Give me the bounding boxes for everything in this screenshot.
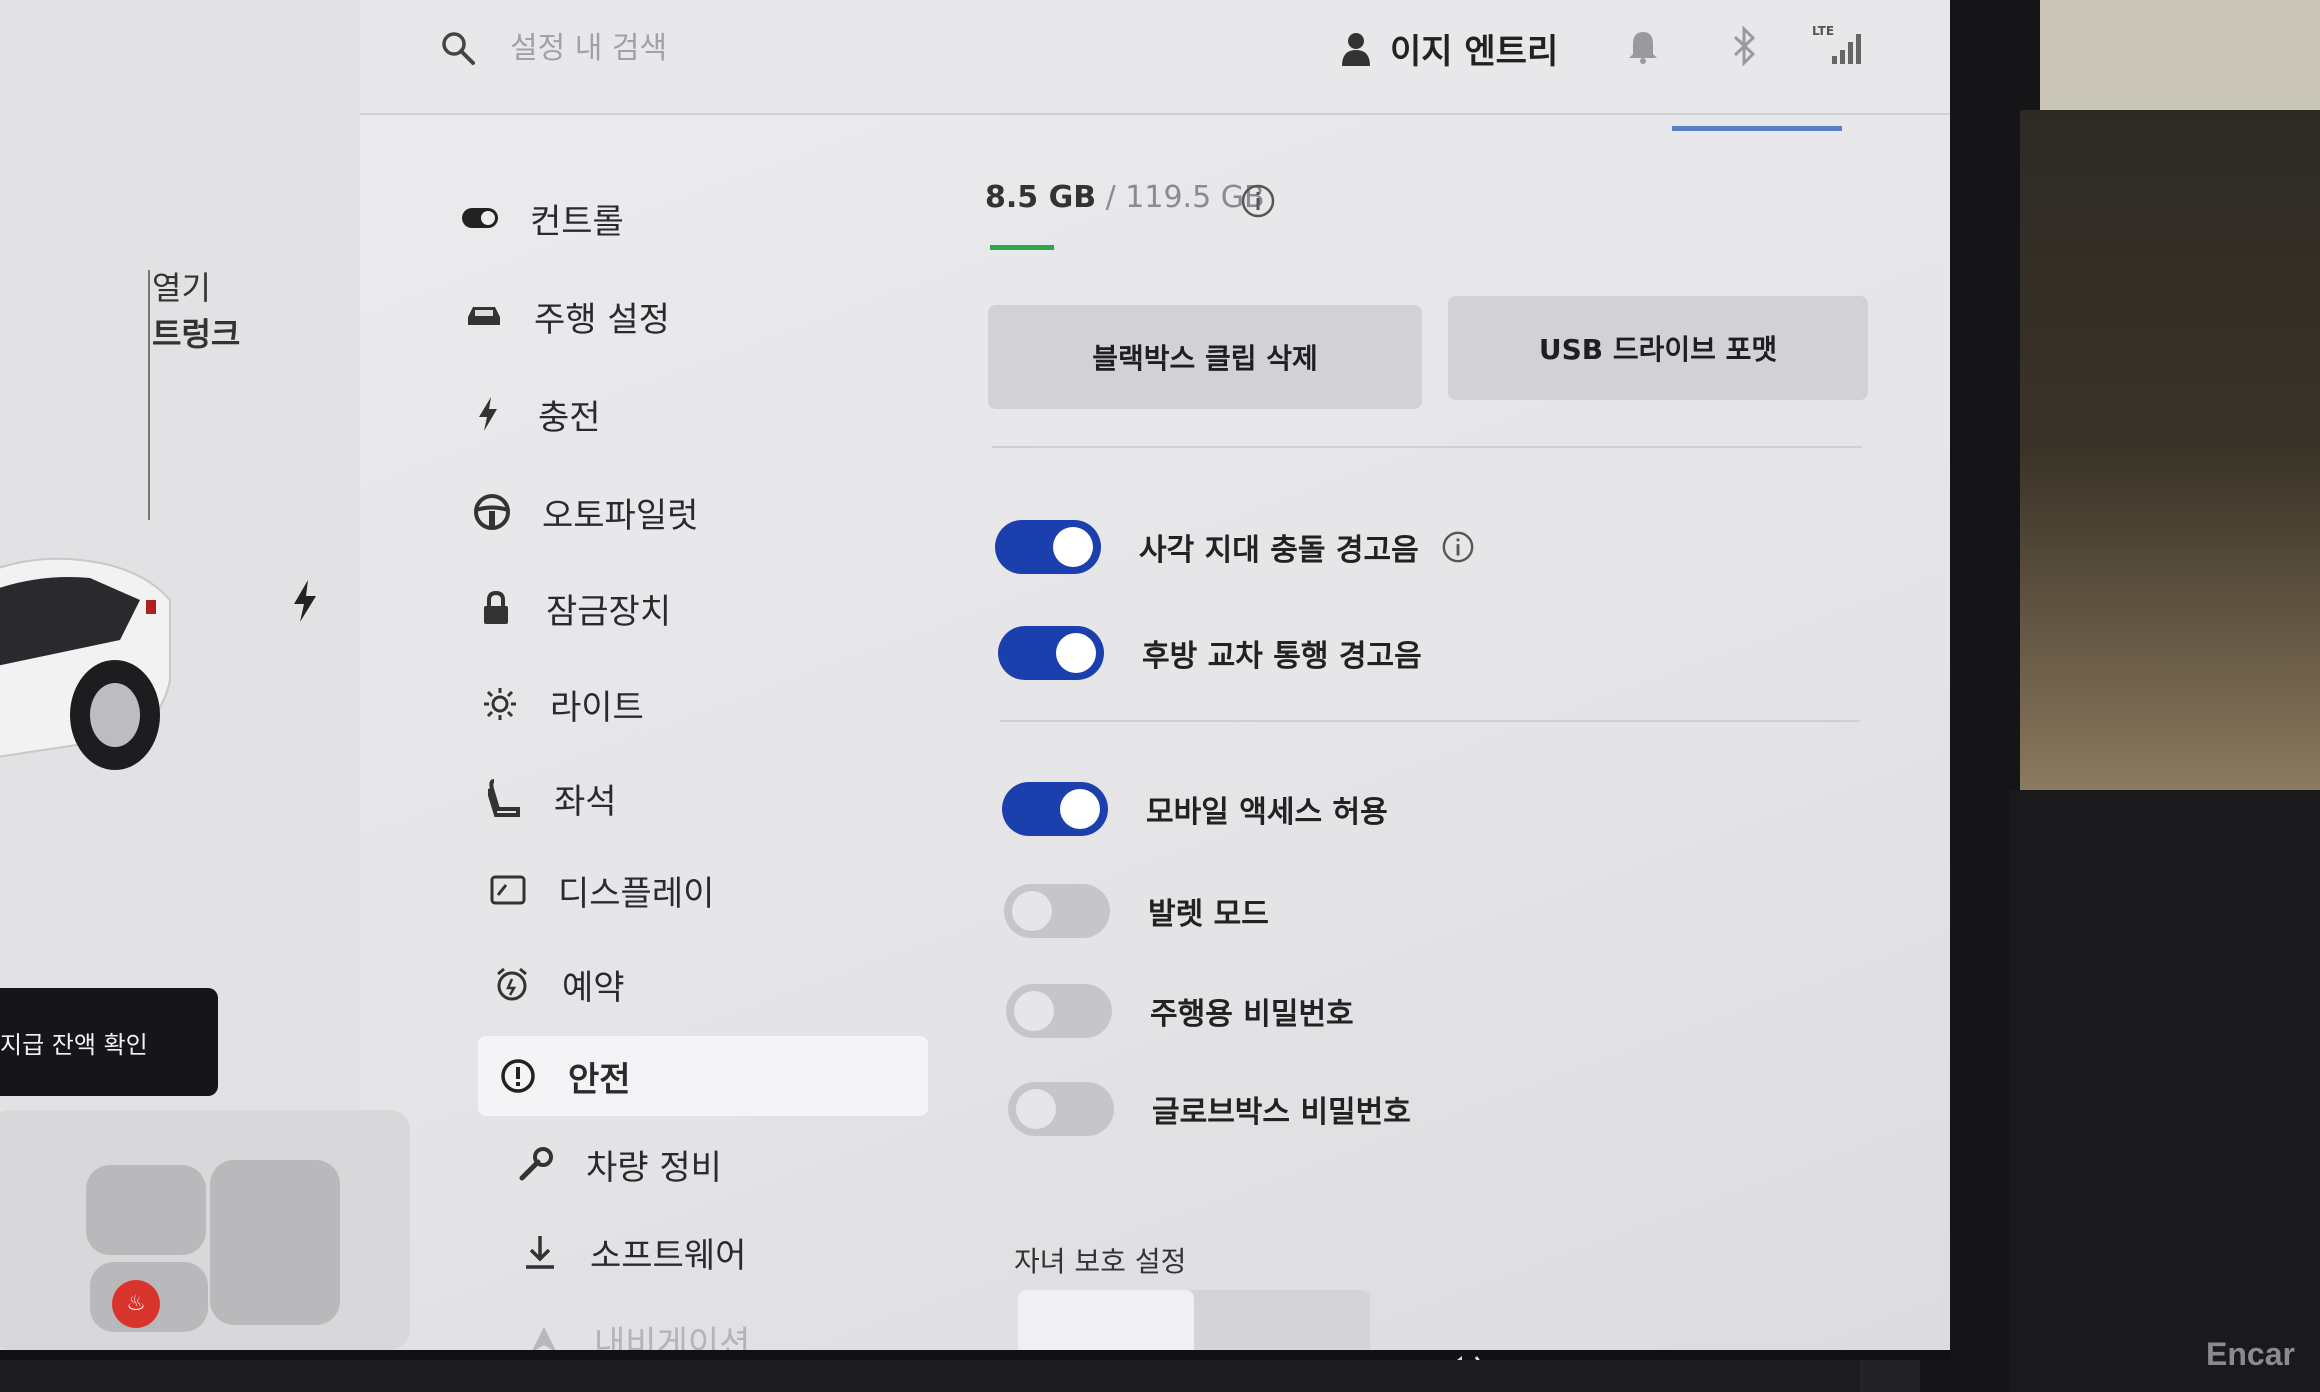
seatbelt-warning-icon: ♨ (112, 1280, 160, 1328)
toggle-knob (1060, 789, 1100, 829)
lock-icon (476, 588, 516, 628)
profile-name: 이지 엔트리 (1390, 32, 1559, 72)
touchscreen: 열기 트렁크 지급 잔액 확인 ♨ 이지 엔트리 (0, 0, 1950, 1360)
alarm-clock-icon (492, 964, 532, 1004)
storage-used: 8.5 GB (985, 180, 1097, 215)
menu-item-label: 주행 설정 (534, 299, 670, 340)
toggle-knob (1053, 527, 1093, 567)
section-divider (1000, 720, 1860, 722)
parental-controls-heading: 자녀 보호 설정 (1014, 1245, 1187, 1278)
person-icon (1342, 32, 1370, 66)
sun-icon (480, 684, 520, 724)
menu-item-controls[interactable]: 컨트롤 (440, 178, 910, 258)
menu-item-label: 충전 (538, 397, 601, 438)
toggle-icon (460, 198, 500, 238)
storage-readout: 8.5 GB / 119.5 GB (985, 180, 1265, 215)
section-divider (992, 446, 1862, 448)
menu-item-locks[interactable]: 잠금장치 (456, 568, 926, 648)
menu-item-label: 디스플레이 (558, 873, 715, 914)
watermark: Encar (2206, 1336, 2295, 1372)
info-icon[interactable] (1240, 183, 1276, 219)
toggle-row-valet-mode[interactable]: 발렛 모드 (1004, 884, 1269, 938)
search-icon[interactable] (440, 30, 476, 66)
wrench-icon (516, 1144, 556, 1184)
menu-item-display[interactable]: 디스플레이 (468, 850, 938, 930)
download-icon (520, 1232, 560, 1272)
bluetooth-icon[interactable] (1732, 26, 1758, 66)
menu-item-charging[interactable]: 충전 (448, 374, 918, 454)
check-balance-button[interactable]: 지급 잔액 확인 (0, 988, 218, 1096)
toggle-knob (1016, 1089, 1056, 1129)
scroll-accent (1672, 126, 1842, 131)
toggle-label: 후방 교차 통행 경고음 (1142, 639, 1422, 674)
bolt-icon (468, 394, 508, 434)
blind-spot-chime-toggle[interactable] (995, 520, 1101, 574)
toggle-label: 사각 지대 충돌 경고음 (1139, 533, 1419, 568)
menu-item-service[interactable]: 차량 정비 (496, 1124, 966, 1204)
background-dashboard (2020, 110, 2320, 790)
rear-seats[interactable] (210, 1160, 340, 1325)
front-seat-left[interactable] (86, 1165, 206, 1255)
steering-wheel-icon (472, 492, 512, 532)
toggle-label: 글로브박스 비밀번호 (1152, 1095, 1411, 1130)
trunk-label-line2: 트렁크 (152, 315, 241, 353)
trunk-label-line1: 열기 (152, 269, 211, 307)
mobile-access-toggle[interactable] (1002, 782, 1108, 836)
menu-item-label: 컨트롤 (530, 201, 624, 242)
menu-item-label: 라이트 (550, 687, 644, 728)
menu-item-software[interactable]: 소프트웨어 (500, 1212, 970, 1292)
menu-item-autopilot[interactable]: 오토파일럿 (452, 472, 922, 552)
car-image (0, 557, 171, 770)
driver-profile[interactable]: 이지 엔트리 (1340, 24, 1558, 73)
menu-item-seats[interactable]: 좌석 (464, 758, 934, 838)
background-lower (2010, 790, 2320, 1392)
car-view-pane: 열기 트렁크 지급 잔액 확인 ♨ (0, 0, 410, 1360)
alert-circle-icon (498, 1056, 538, 1096)
trunk-indicator-line (148, 270, 150, 520)
menu-item-label: 잠금장치 (546, 591, 672, 632)
settings-search-input[interactable] (510, 26, 910, 70)
valet-mode-toggle[interactable] (1004, 884, 1110, 938)
toggle-row-glovebox-pin[interactable]: 글로브박스 비밀번호 (1008, 1082, 1411, 1136)
menu-item-label: 예약 (562, 967, 625, 1008)
background-window (2040, 0, 2320, 110)
toggle-knob (1012, 891, 1052, 931)
volume-icon[interactable] (1440, 1352, 1494, 1360)
cell-signal-icon (1832, 34, 1861, 64)
toggle-row-blind-spot-chime[interactable]: 사각 지대 충돌 경고음 (995, 520, 1475, 574)
menu-item-lights[interactable]: 라이트 (460, 664, 930, 744)
info-icon[interactable] (1441, 530, 1475, 564)
storage-usage-bar (990, 245, 1054, 250)
open-trunk-button[interactable]: 열기 트렁크 (152, 265, 240, 357)
toggle-knob (1056, 633, 1096, 673)
glovebox-pin-toggle[interactable] (1008, 1082, 1114, 1136)
seat-icon (484, 778, 524, 818)
menu-item-safety[interactable]: 안전 (478, 1036, 928, 1116)
menu-item-label: 소프트웨어 (590, 1235, 747, 1276)
toggle-label: 발렛 모드 (1148, 897, 1269, 932)
pin-to-drive-toggle[interactable] (1006, 984, 1112, 1038)
delete-dashcam-clips-button[interactable]: 블랙박스 클립 삭제 (988, 305, 1422, 409)
menu-item-label: 좌석 (554, 781, 617, 822)
toggle-row-pin-to-drive[interactable]: 주행용 비밀번호 (1006, 984, 1354, 1038)
menu-item-schedule[interactable]: 예약 (472, 944, 942, 1024)
car-icon (464, 296, 504, 336)
menu-item-label: 차량 정비 (586, 1147, 722, 1188)
menu-item-driving[interactable]: 주행 설정 (444, 276, 914, 356)
menu-item-label: 안전 (568, 1059, 631, 1100)
format-usb-drive-button[interactable]: USB 드라이브 포맷 (1448, 296, 1868, 400)
bottom-taskbar (0, 1350, 1950, 1360)
menu-item-label: 오토파일럿 (542, 495, 699, 536)
toggle-label: 주행용 비밀번호 (1150, 997, 1354, 1032)
display-icon (488, 870, 528, 910)
toggle-row-mobile-access[interactable]: 모바일 액세스 허용 (1002, 782, 1388, 836)
toggle-knob (1014, 991, 1054, 1031)
bell-icon[interactable] (1628, 30, 1658, 64)
charging-bolt-icon (294, 580, 316, 622)
toggle-row-rear-cross-traffic-chime[interactable]: 후방 교차 통행 경고음 (998, 626, 1422, 680)
toggle-label: 모바일 액세스 허용 (1146, 795, 1388, 830)
rear-cross-traffic-chime-toggle[interactable] (998, 626, 1104, 680)
